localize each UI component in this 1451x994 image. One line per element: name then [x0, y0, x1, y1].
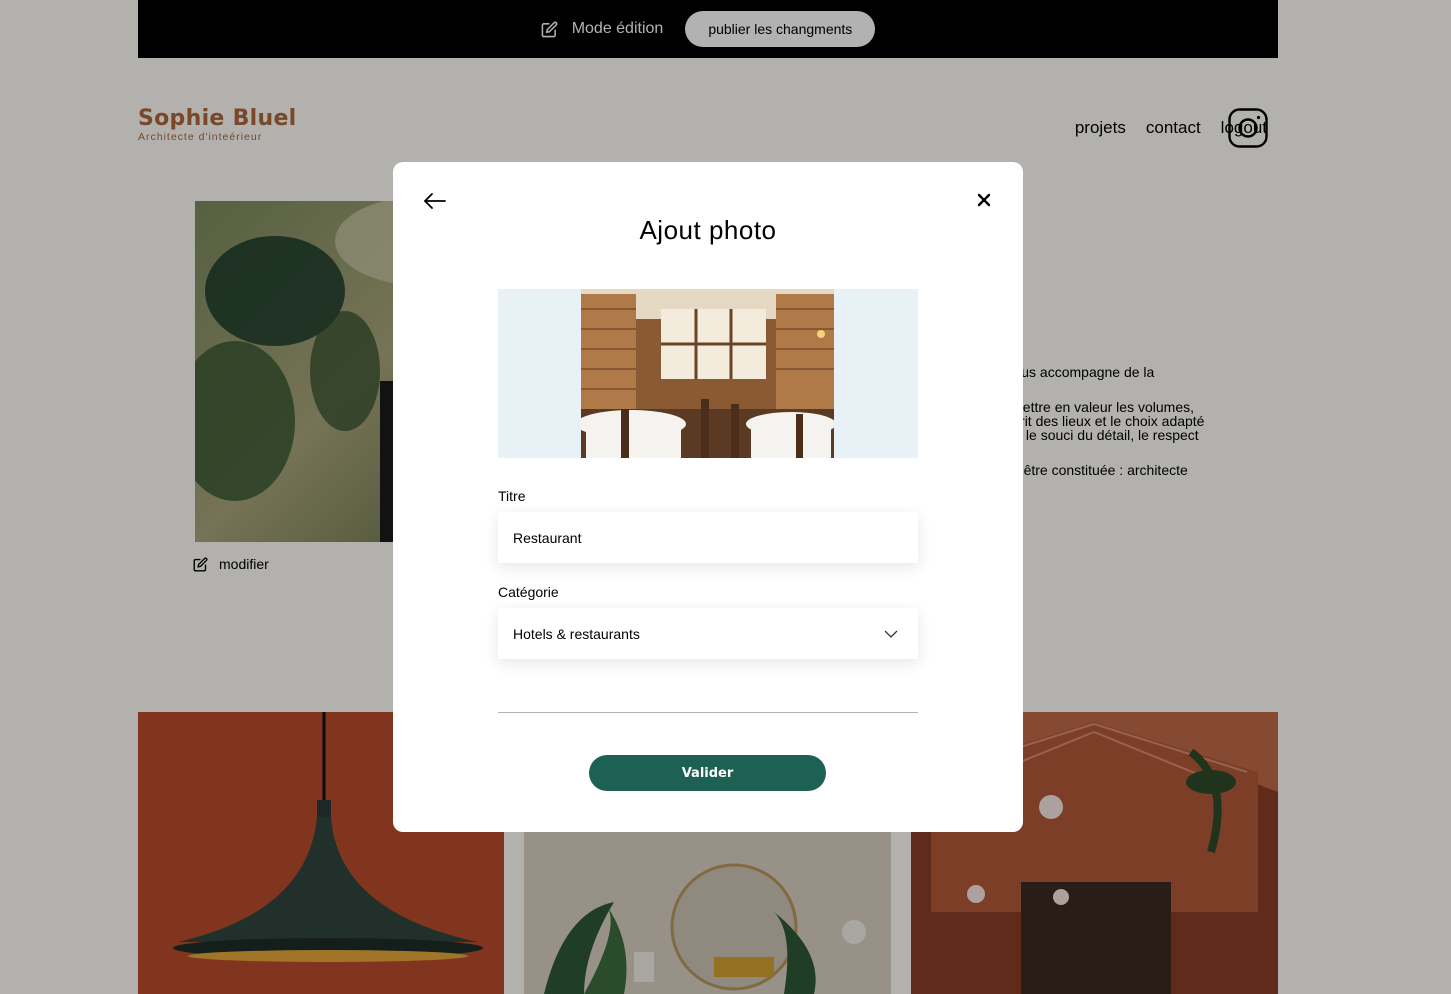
photo-preview-image [581, 289, 834, 458]
close-icon[interactable] [976, 192, 992, 208]
add-photo-modal: Ajout photo Titre Restaurant Catégorie H… [393, 162, 1023, 832]
chevron-down-icon [884, 630, 898, 638]
category-label: Catégorie [498, 584, 559, 600]
arrow-left-icon[interactable] [423, 192, 447, 210]
title-input[interactable]: Restaurant [498, 512, 918, 563]
submit-button[interactable]: Valider [589, 755, 826, 791]
photo-upload-zone[interactable] [498, 289, 918, 458]
category-select[interactable]: Hotels & restaurants [498, 608, 918, 659]
title-input-value: Restaurant [513, 529, 582, 546]
form-divider [498, 712, 918, 713]
category-select-value: Hotels & restaurants [513, 625, 640, 642]
modal-title: Ajout photo [639, 215, 777, 245]
title-label: Titre [498, 488, 526, 504]
